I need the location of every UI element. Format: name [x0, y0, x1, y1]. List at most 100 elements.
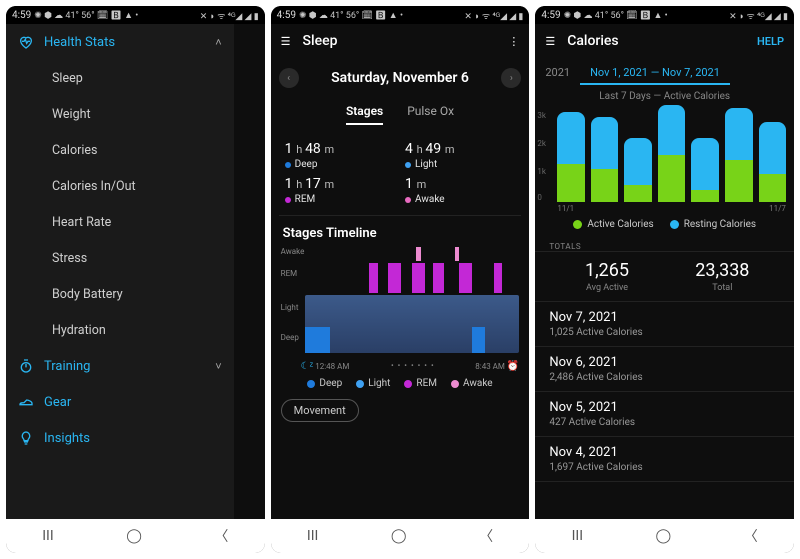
- status-left-icons: ✺ ⬢ ☁ 41° 56° 🗓 🅱 ▲ •: [299, 10, 403, 21]
- nav-back-icon[interactable]: 〈: [214, 526, 228, 546]
- status-time: 4:59: [541, 10, 560, 21]
- nav-sub-heart-rate[interactable]: Heart Rate: [6, 204, 234, 240]
- page-title: Sleep: [303, 33, 338, 49]
- nav-back-icon[interactable]: 〈: [744, 526, 758, 546]
- nav-gear-label: Gear: [44, 395, 71, 410]
- status-right-icons: ✕ ◗ ᯤ ⁴ᴳ◢ ◢ ▮: [464, 9, 523, 22]
- bulb-icon: [18, 430, 34, 446]
- bar-11-2: [591, 117, 619, 202]
- hamburger-icon[interactable]: ☰: [281, 35, 291, 48]
- hamburger-icon[interactable]: ☰: [545, 35, 555, 48]
- nav-sub-calories-inout[interactable]: Calories In/Out: [6, 168, 234, 204]
- appbar-calories: ☰ Calories HELP: [535, 24, 794, 58]
- sleep-timeline-chart[interactable]: Awake REM Light Deep: [281, 247, 520, 359]
- tab-stages[interactable]: Stages: [346, 104, 383, 125]
- nav-sub-weight[interactable]: Weight: [6, 96, 234, 132]
- status-right-icons: ✕ ◗ ᯤ ⁴ᴳ◢ ◢ ▮: [200, 9, 259, 22]
- nav-sub-hydration[interactable]: Hydration: [6, 312, 234, 348]
- help-button[interactable]: HELP: [757, 35, 784, 48]
- track-deep: [305, 327, 520, 353]
- overflow-icon[interactable]: ⋮: [508, 35, 519, 48]
- prev-day-button[interactable]: ‹: [279, 68, 299, 88]
- nav-back-icon[interactable]: 〈: [479, 526, 493, 546]
- nav-insights-label: Insights: [44, 431, 90, 446]
- range-current[interactable]: Nov 1, 2021 — Nov 7, 2021: [580, 66, 730, 85]
- totals-header: TOTALS: [535, 236, 794, 251]
- stage-rem: 1 h 17 m REM: [285, 176, 395, 205]
- nav-home-icon[interactable]: ◯: [391, 528, 407, 544]
- shoe-icon: [18, 394, 34, 410]
- status-time: 4:59: [277, 10, 296, 21]
- stage-summary: 1 h 48 m Deep 4 h 49 m Light 1 h 17 m RE…: [279, 135, 522, 216]
- panel-sleep: 4:59 ✺ ⬢ ☁ 41° 56° 🗓 🅱 ▲ • ✕ ◗ ᯤ ⁴ᴳ◢ ◢ ▮…: [271, 6, 530, 553]
- stage-deep: 1 h 48 m Deep: [285, 141, 395, 170]
- nav-home-icon[interactable]: ◯: [126, 528, 142, 544]
- movement-chip[interactable]: Movement: [281, 399, 359, 422]
- nav-training[interactable]: Training ˅: [6, 348, 234, 384]
- calories-x-axis: 11/1 11/7: [535, 202, 794, 213]
- track-awake: [305, 247, 520, 261]
- nav-health-stats[interactable]: Health Stats ˄: [6, 24, 234, 60]
- panel-menu: 4:59 ✺ ⬢ ☁ 41° 56° 🗓 🅱 ▲ • ✕ ◗ ᯤ ⁴ᴳ◢ ◢ ▮…: [6, 6, 265, 553]
- dot-light: [405, 162, 411, 168]
- nav-recent-icon[interactable]: III: [42, 528, 53, 544]
- status-time: 4:59: [12, 10, 31, 21]
- bar-11-6: [725, 108, 753, 202]
- range-prev[interactable]: 2021: [535, 66, 580, 85]
- moon-icon: ☾ᶻ: [301, 361, 314, 372]
- alarm-icon: ⏰: [507, 361, 519, 372]
- bar-11-4: [658, 105, 686, 202]
- avg-active: 1,265 Avg Active: [549, 260, 664, 293]
- android-nav: III ◯ 〈: [535, 519, 794, 553]
- tab-pulseox[interactable]: Pulse Ox: [407, 104, 454, 125]
- stage-awake: 1 m Awake: [405, 176, 515, 205]
- nav-home-icon[interactable]: ◯: [656, 528, 672, 544]
- chevron-down-icon: ˅: [215, 360, 221, 373]
- stage-light: 4 h 49 m Light: [405, 141, 515, 170]
- timeline-legend: Deep Light REM Awake: [279, 378, 522, 389]
- dot-rem: [285, 197, 291, 203]
- nav-sub-stress[interactable]: Stress: [6, 240, 234, 276]
- day-nov6[interactable]: Nov 6, 20212,486 Active Calories: [535, 347, 794, 392]
- chart-caption: Last 7 Days — Active Calories: [535, 85, 794, 106]
- date-label: Saturday, November 6: [331, 70, 469, 86]
- sleep-tabs: Stages Pulse Ox: [279, 104, 522, 125]
- total-calories: 23,338 Total: [665, 260, 780, 293]
- calories-legend: Active Calories Resting Calories: [535, 213, 794, 236]
- stopwatch-icon: [18, 358, 34, 374]
- status-left-icons: ✺ ⬢ ☁ 41° 56° 🗓 🅱 ▲ •: [34, 10, 138, 21]
- nav-insights[interactable]: Insights: [6, 420, 234, 456]
- panel-calories: 4:59 ✺ ⬢ ☁ 41° 56° 🗓 🅱 ▲ • ✕ ◗ ᯤ ⁴ᴳ◢ ◢ ▮…: [535, 6, 794, 553]
- nav-recent-icon[interactable]: III: [572, 528, 583, 544]
- calories-content: 2021 Nov 1, 2021 — Nov 7, 2021 Last 7 Da…: [535, 58, 794, 519]
- nav-gear[interactable]: Gear: [6, 384, 234, 420]
- chevron-up-icon: ˄: [215, 36, 221, 49]
- timeline-title: Stages Timeline: [283, 226, 522, 241]
- nav-recent-icon[interactable]: III: [307, 528, 318, 544]
- status-left-icons: ✺ ⬢ ☁ 41° 56° 🗓 🅱 ▲ •: [564, 10, 668, 21]
- bar-11-1: [557, 112, 585, 202]
- nav-health-stats-label: Health Stats: [44, 35, 115, 50]
- calories-chart[interactable]: 3k 2k 1k 0: [535, 106, 794, 202]
- day-nov7[interactable]: Nov 7, 20211,025 Active Calories: [535, 302, 794, 347]
- nav-sub-body-battery[interactable]: Body Battery: [6, 276, 234, 312]
- day-nov4[interactable]: Nov 4, 20211,697 Active Calories: [535, 437, 794, 482]
- sleep-content: ‹ Saturday, November 6 › Stages Pulse Ox…: [271, 58, 530, 519]
- date-nav: ‹ Saturday, November 6 ›: [279, 58, 522, 98]
- bar-11-5: [691, 138, 719, 202]
- next-day-button[interactable]: ›: [501, 68, 521, 88]
- bar-11-7: [759, 122, 787, 202]
- nav-training-label: Training: [44, 359, 90, 374]
- android-nav: III ◯ 〈: [6, 519, 265, 553]
- nav-sub-sleep[interactable]: Sleep: [6, 60, 234, 96]
- status-right-icons: ✕ ◗ ᯤ ⁴ᴳ◢ ◢ ▮: [729, 9, 788, 22]
- nav-drawer: Health Stats ˄ Sleep Weight Calories Cal…: [6, 24, 234, 519]
- android-nav: III ◯ 〈: [271, 519, 530, 553]
- drawer-content: Health Stats ˄ Sleep Weight Calories Cal…: [6, 24, 265, 519]
- day-nov5[interactable]: Nov 5, 2021427 Active Calories: [535, 392, 794, 437]
- range-tabs[interactable]: 2021 Nov 1, 2021 — Nov 7, 2021: [535, 58, 794, 85]
- appbar-sleep: ☰ Sleep ⋮: [271, 24, 530, 58]
- nav-sub-calories[interactable]: Calories: [6, 132, 234, 168]
- heart-icon: [18, 34, 34, 50]
- track-rem: [305, 263, 520, 293]
